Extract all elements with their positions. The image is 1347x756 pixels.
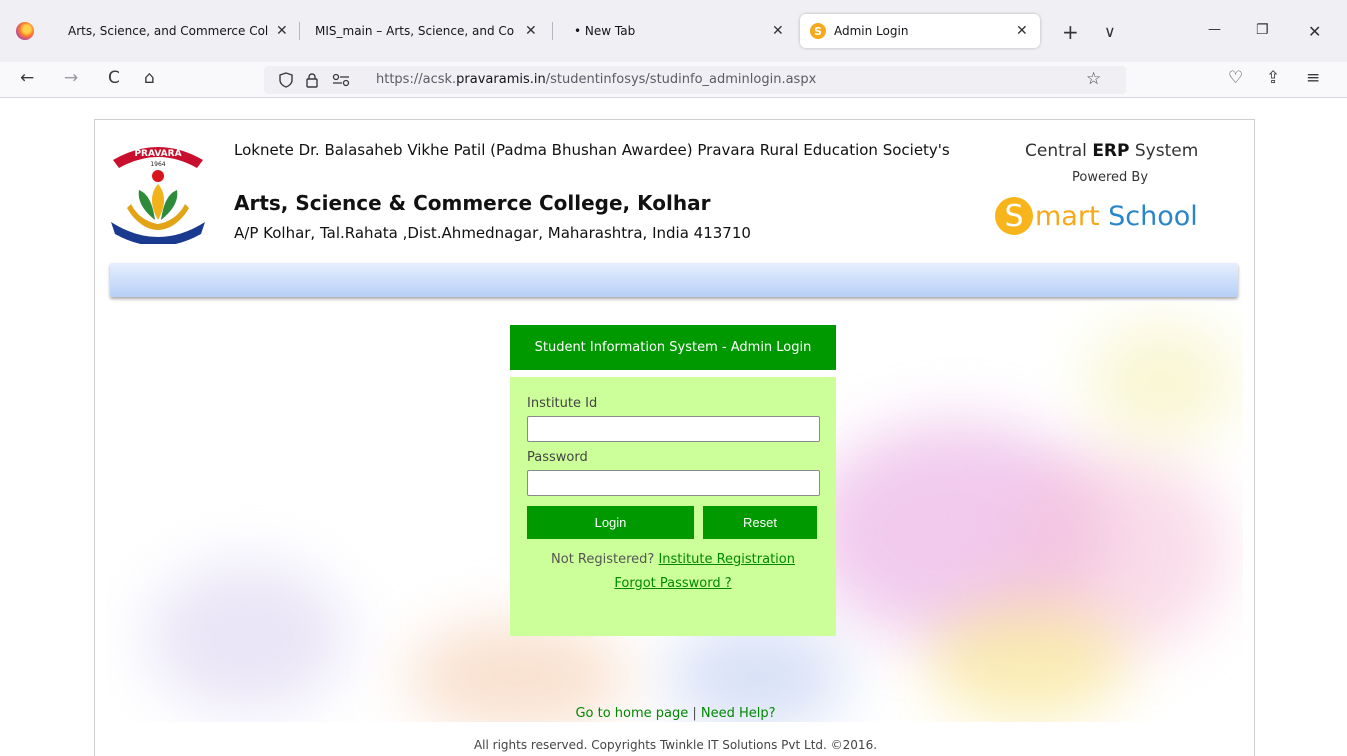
pravara-logo: PRAVARA 1964 (111, 147, 205, 244)
forgot-password-line: Forgot Password ? (510, 576, 836, 591)
logo-year: 1964 (150, 161, 165, 168)
login-panel-title: Student Information System - Admin Login (510, 325, 836, 370)
url-bar[interactable]: https://acsk.pravaramis.in/studentinfosy… (264, 66, 1126, 94)
tab-new-tab[interactable]: • New Tab ✕ (560, 14, 796, 48)
background-blob (927, 602, 1127, 722)
tab-title: Arts, Science, and Commerce Col (68, 24, 268, 38)
erp-prefix: Central (1025, 141, 1093, 161)
shield-icon[interactable] (278, 72, 294, 88)
reload-icon[interactable]: C (108, 68, 120, 88)
login-panel: Institute Id Password Login Reset Not Re… (510, 377, 836, 636)
brand-mart: mart (1035, 200, 1100, 232)
tab-title: Admin Login (834, 24, 909, 38)
college-name: Arts, Science & Commerce College, Kolhar (234, 191, 711, 215)
browser-nav-bar: ← → C ⌂ https://acsk.pravaramis.in/stude… (0, 62, 1347, 98)
institute-registration-link[interactable]: Institute Registration (658, 552, 795, 567)
powered-by-label: Powered By (1072, 170, 1149, 185)
smart-school-logo: S mart School (995, 196, 1198, 236)
back-icon[interactable]: ← (20, 68, 34, 88)
tab-separator (299, 22, 300, 40)
society-name: Loknete Dr. Balasaheb Vikhe Patil (Padma… (234, 141, 950, 159)
pocket-icon[interactable]: ♡ (1228, 68, 1243, 88)
tab-admin-login[interactable]: S Admin Login ✕ (800, 14, 1040, 48)
window-close-icon[interactable]: ✕ (1308, 22, 1321, 41)
home-page-link[interactable]: Go to home page (575, 706, 688, 721)
page-container: PRAVARA 1964 Loknete Dr. Balasaheb Vikhe… (94, 119, 1255, 756)
minimize-icon[interactable]: — (1208, 22, 1221, 37)
smart-school-favicon-icon: S (810, 23, 826, 39)
college-address: A/P Kolhar, Tal.Rahata ,Dist.Ahmednagar,… (234, 224, 751, 242)
erp-title: Central ERP System (1025, 141, 1198, 161)
tab-separator (552, 22, 553, 40)
erp-bold: ERP (1092, 141, 1130, 161)
need-help-link[interactable]: Need Help? (701, 706, 776, 721)
tab-title: • New Tab (574, 24, 636, 38)
forward-icon[interactable]: → (64, 68, 78, 88)
firefox-icon[interactable] (16, 22, 34, 40)
logo-ribbon-text: PRAVARA (134, 149, 181, 159)
bookmark-star-icon[interactable]: ☆ (1086, 69, 1101, 89)
tab-arts-science[interactable]: Arts, Science, and Commerce Col ✕ (60, 14, 296, 48)
close-icon[interactable]: ✕ (276, 23, 288, 39)
browser-tab-bar: Arts, Science, and Commerce Col ✕ MIS_ma… (0, 0, 1347, 62)
close-icon[interactable]: ✕ (772, 23, 784, 39)
header-menu-bar (110, 263, 1238, 297)
institute-id-input[interactable] (527, 416, 820, 442)
permissions-icon[interactable] (332, 73, 350, 87)
home-icon[interactable]: ⌂ (144, 68, 155, 88)
close-icon[interactable]: ✕ (525, 23, 537, 39)
brand-school: School (1099, 200, 1198, 232)
url-domain: pravaramis.in (456, 72, 546, 87)
password-label: Password (527, 450, 588, 465)
restore-icon[interactable]: ❐ (1256, 22, 1269, 38)
institute-id-label: Institute Id (527, 396, 598, 411)
footer-separator: | (688, 706, 701, 721)
tab-title: MIS_main – Arts, Science, and Co (315, 24, 515, 38)
close-icon[interactable]: ✕ (1016, 23, 1028, 39)
url-path: /studentinfosys/studinfo_adminlogin.aspx (545, 72, 817, 87)
new-tab-icon[interactable]: + (1062, 20, 1079, 44)
not-registered-text: Not Registered? (551, 552, 659, 567)
footer-links: Go to home page | Need Help? (95, 706, 1254, 721)
url-prefix: https://acsk. (376, 72, 457, 87)
login-button[interactable]: Login (527, 506, 694, 539)
erp-suffix: System (1129, 141, 1199, 161)
smart-s-logo-icon: S (995, 197, 1033, 235)
tab-list-icon[interactable]: ∨ (1104, 22, 1116, 41)
forgot-password-link[interactable]: Forgot Password ? (614, 576, 731, 591)
reset-button[interactable]: Reset (703, 506, 817, 539)
tab-mis-main[interactable]: MIS_main – Arts, Science, and Co ✕ (306, 14, 546, 48)
registration-line: Not Registered? Institute Registration (510, 552, 836, 567)
background-blob (147, 562, 347, 712)
password-input[interactable] (527, 470, 820, 496)
extensions-icon[interactable]: ⇪ (1266, 68, 1280, 88)
lock-icon[interactable] (304, 72, 320, 88)
menu-icon[interactable]: ≡ (1306, 68, 1320, 88)
copyright-text: All rights reserved. Copyrights Twinkle … (473, 738, 878, 752)
url-text[interactable]: https://acsk.pravaramis.in/studentinfosy… (376, 72, 816, 87)
smart-school-wordmark: mart School (1035, 201, 1198, 232)
background-blob (1087, 322, 1237, 442)
